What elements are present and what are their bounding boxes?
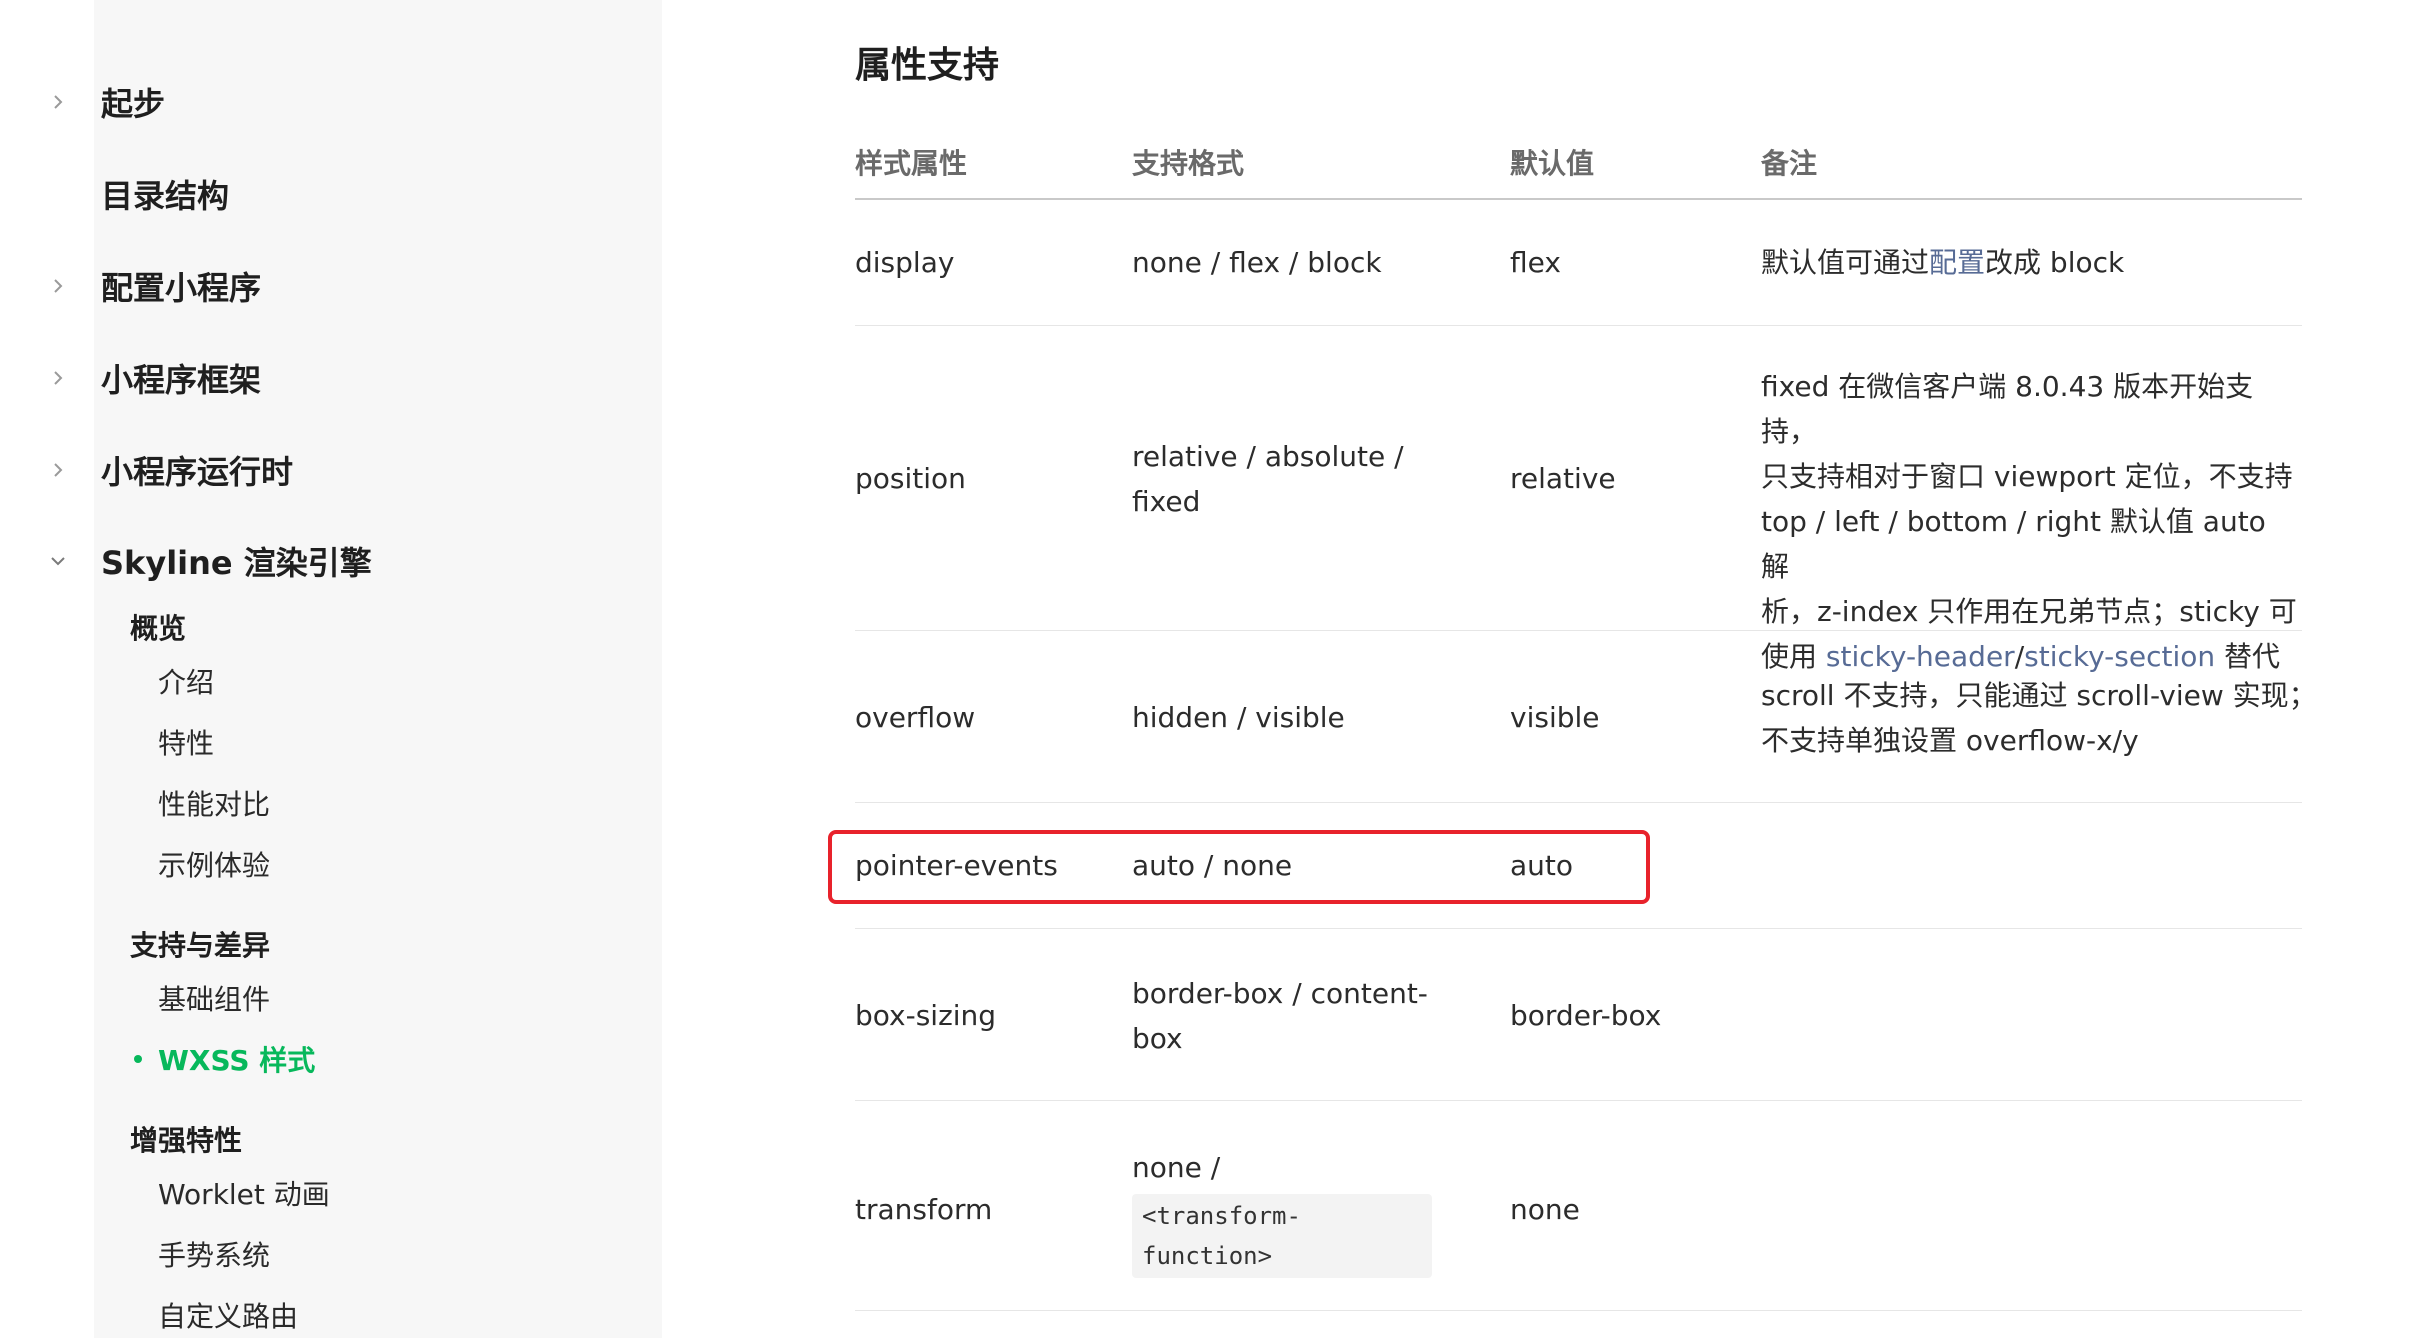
note-line: 析，z-index 只作用在兄弟节点；sticky 可 [1761, 595, 2297, 628]
table-row: box-sizing border-box / content- box bor… [855, 929, 2302, 1101]
sidebar-item-custom-route[interactable]: 自定义路由 [158, 1295, 298, 1335]
table-row: overflow hidden / visible visible scroll… [855, 631, 2317, 803]
section-title: 属性支持 [855, 45, 1000, 86]
table-header: 样式属性 支持格式 默认值 备注 [855, 138, 2302, 200]
sidebar-item-label: 起步 [101, 85, 166, 123]
sidebar-item-label: Skyline 渲染引擎 [101, 544, 372, 582]
sidebar-item-basic-components[interactable]: 基础组件 [158, 978, 270, 1018]
sidebar-item-wxss-active[interactable]: WXSS 样式 [134, 1039, 316, 1079]
cell-property: display [855, 246, 955, 279]
formats-line: fixed [1132, 485, 1201, 518]
sidebar-item-label: 配置小程序 [101, 269, 262, 307]
cell-property: pointer-events [855, 849, 1058, 882]
cell-formats: border-box / content- box [1132, 971, 1472, 1061]
cell-note: scroll 不支持，只能通过 scroll-view 实现； 不支持单独设置 … [1761, 673, 2321, 763]
table-row-highlighted: pointer-events auto / none auto [828, 803, 2302, 929]
cell-property: overflow [855, 701, 976, 734]
sidebar-item-intro[interactable]: 介绍 [158, 661, 214, 701]
cell-property: position [855, 462, 966, 495]
table-row: transform none / <transform-function> no… [855, 1101, 2302, 1311]
sidebar-item-label: 目录结构 [101, 177, 230, 215]
docs-page: 起步 目录结构 配置小程序 小程序框架 小程序运行时 Skyline 渲染引擎 … [0, 0, 2436, 1338]
sidebar-group-overview: 概览 [130, 612, 187, 645]
chevron-down-icon [44, 547, 72, 575]
cell-formats: auto / none [1132, 849, 1293, 882]
formats-line: border-box / content- [1132, 977, 1428, 1010]
note-text: 改成 block [1985, 246, 2125, 279]
note-line: 只支持相对于窗口 viewport 定位，不支持 [1761, 460, 2293, 493]
sidebar-item-demo[interactable]: 示例体验 [158, 844, 270, 884]
note-line: fixed 在微信客户端 8.0.43 版本开始支持， [1761, 370, 2254, 448]
cell-default: none [1510, 1193, 1580, 1226]
chevron-right-icon [44, 88, 72, 116]
formats-line: box [1132, 1022, 1183, 1055]
cell-default: flex [1510, 246, 1561, 279]
formats-line: relative / absolute / [1132, 440, 1404, 473]
note-text: 默认值可通过 [1761, 246, 1930, 279]
cell-default: auto [1510, 849, 1574, 882]
sidebar-group-enhanced: 增强特性 [130, 1124, 243, 1157]
header-property: 样式属性 [855, 147, 968, 180]
chevron-right-icon [44, 272, 72, 300]
formats-line: none / [1132, 1151, 1221, 1184]
config-link[interactable]: 配置 [1929, 246, 1985, 279]
sidebar-item-performance[interactable]: 性能对比 [158, 783, 270, 823]
note-line: 不支持单独设置 overflow-x/y [1761, 724, 2139, 757]
sidebar-item-gesture[interactable]: 手势系统 [158, 1234, 270, 1274]
note-line: top / left / bottom / right 默认值 auto 解 [1761, 505, 2266, 583]
table-row: position relative / absolute / fixed rel… [855, 326, 2302, 673]
cell-default: border-box [1510, 999, 1662, 1032]
header-default: 默认值 [1510, 147, 1595, 180]
cell-property: box-sizing [855, 999, 997, 1032]
sidebar-group-support: 支持与差异 [130, 929, 271, 962]
cell-default: visible [1510, 701, 1600, 734]
sidebar-nav: 起步 目录结构 配置小程序 小程序框架 小程序运行时 Skyline 渲染引擎 … [51, 0, 662, 1338]
cell-note: 默认值可通过配置改成 block [1761, 240, 2301, 285]
note-line: scroll 不支持，只能通过 scroll-view 实现； [1761, 679, 2317, 712]
sidebar-item-label: 小程序框架 [101, 361, 262, 399]
sidebar-item-worklet[interactable]: Worklet 动画 [158, 1173, 330, 1213]
chevron-right-icon [44, 456, 72, 484]
cell-formats: none / flex / block [1132, 246, 1382, 279]
cell-formats: relative / absolute / fixed [1132, 434, 1472, 524]
code-transform-function: <transform-function> [1132, 1194, 1432, 1278]
cell-formats: none / <transform-function> [1132, 1145, 1472, 1278]
sidebar-item-features[interactable]: 特性 [158, 722, 214, 762]
header-formats: 支持格式 [1132, 147, 1245, 180]
header-note: 备注 [1761, 147, 1818, 180]
cell-default: relative [1510, 462, 1616, 495]
cell-formats: hidden / visible [1132, 701, 1345, 734]
sidebar-item-label: WXSS 样式 [158, 1044, 316, 1077]
cell-property: transform [855, 1193, 993, 1226]
chevron-right-icon [44, 364, 72, 392]
sidebar-item-label: 小程序运行时 [101, 453, 294, 491]
table-row: display none / flex / block flex 默认值可通过配… [855, 200, 2302, 326]
active-dot-icon [134, 1055, 142, 1063]
